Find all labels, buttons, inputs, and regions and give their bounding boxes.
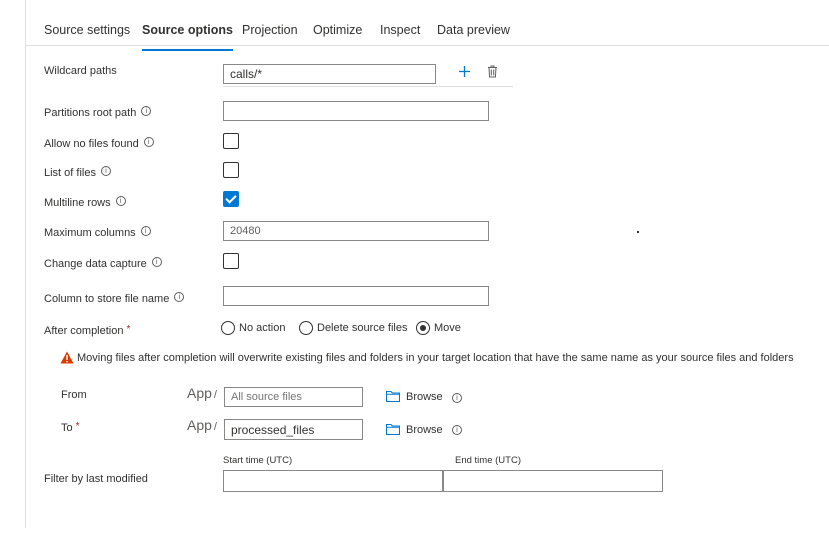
allow-no-files-found-text: Allow no files found [44, 138, 139, 150]
panel-left-border [25, 0, 26, 528]
from-prefix-slash: / [213, 389, 217, 401]
info-icon[interactable]: i [141, 106, 152, 116]
warning-text: Moving files after completion will overw… [77, 352, 794, 364]
radio-label: Move [434, 322, 461, 334]
partitions-root-path-label: Partitions root path i [44, 106, 152, 119]
tab-source-settings[interactable]: Source settings [44, 23, 130, 37]
tab-source-options[interactable]: Source options [142, 23, 233, 51]
tab-data-preview[interactable]: Data preview [437, 23, 510, 37]
allow-no-files-found-checkbox[interactable] [223, 133, 239, 149]
multiline-rows-label: Multiline rows i [44, 196, 126, 209]
multiline-rows-text: Multiline rows [44, 197, 111, 209]
after-completion-label: After completion * [44, 324, 130, 337]
radio-label: No action [239, 322, 286, 334]
warning-icon [60, 351, 74, 364]
radio-circle [299, 321, 313, 335]
from-prefix-text: App [187, 385, 212, 401]
to-path-input[interactable] [224, 419, 363, 440]
list-of-files-label: List of files i [44, 166, 111, 179]
tab-bar: Source settings Source options Projectio… [26, 0, 829, 51]
to-path-prefix: App / [187, 417, 217, 433]
from-label: From [61, 389, 87, 401]
info-icon[interactable]: i [174, 292, 185, 302]
folder-icon [386, 424, 400, 435]
allow-no-files-found-label: Allow no files found i [44, 137, 154, 150]
trash-icon[interactable] [487, 65, 498, 78]
wildcard-row-divider [223, 86, 513, 87]
partitions-root-path-text: Partitions root path [44, 107, 137, 119]
partitions-root-path-input[interactable] [223, 101, 489, 121]
browse-label: Browse [406, 424, 443, 436]
change-data-capture-checkbox[interactable] [223, 253, 239, 269]
browse-label: Browse [406, 391, 443, 403]
to-label: To * [61, 421, 80, 434]
start-time-input[interactable] [223, 470, 443, 492]
column-to-store-file-name-text: Column to store file name [44, 293, 170, 305]
after-completion-text: After completion [44, 325, 124, 337]
to-prefix-slash: / [213, 421, 217, 433]
info-icon[interactable]: i [115, 196, 126, 206]
maximum-columns-input[interactable] [223, 221, 489, 241]
column-to-store-file-name-input[interactable] [223, 286, 489, 306]
wildcard-paths-label: Wildcard paths [44, 65, 117, 77]
info-icon[interactable]: i [100, 166, 111, 176]
info-icon[interactable]: i [140, 226, 151, 236]
required-marker: * [75, 421, 80, 432]
filter-by-last-modified-label: Filter by last modified [44, 473, 148, 485]
info-icon[interactable]: i [452, 425, 462, 435]
column-to-store-file-name-label: Column to store file name i [44, 292, 185, 305]
tab-inspect[interactable]: Inspect [380, 23, 420, 37]
tab-projection[interactable]: Projection [242, 23, 298, 37]
to-prefix-text: App [187, 417, 212, 433]
change-data-capture-label: Change data capture i [44, 257, 162, 270]
info-icon[interactable]: i [143, 137, 154, 147]
radio-label: Delete source files [317, 322, 408, 334]
maximum-columns-label: Maximum columns i [44, 226, 151, 239]
end-time-header: End time (UTC) [455, 455, 521, 466]
info-icon[interactable]: i [151, 257, 162, 267]
info-icon[interactable]: i [452, 393, 462, 403]
to-text: To [61, 422, 73, 434]
multiline-rows-checkbox[interactable] [223, 191, 239, 207]
wildcard-path-input[interactable] [223, 64, 436, 84]
from-path-input[interactable] [224, 387, 363, 407]
tab-optimize[interactable]: Optimize [313, 23, 362, 37]
radio-circle [416, 321, 430, 335]
list-of-files-checkbox[interactable] [223, 162, 239, 178]
start-time-header: Start time (UTC) [223, 455, 293, 466]
add-icon[interactable] [458, 65, 471, 78]
maximum-columns-text: Maximum columns [44, 227, 136, 239]
required-marker: * [126, 324, 131, 335]
from-path-prefix: App / [187, 385, 217, 401]
radio-circle [221, 321, 235, 335]
folder-icon [386, 391, 400, 402]
list-of-files-text: List of files [44, 167, 96, 179]
end-time-input[interactable] [443, 470, 663, 492]
change-data-capture-text: Change data capture [44, 258, 147, 270]
stray-dot [637, 231, 639, 233]
